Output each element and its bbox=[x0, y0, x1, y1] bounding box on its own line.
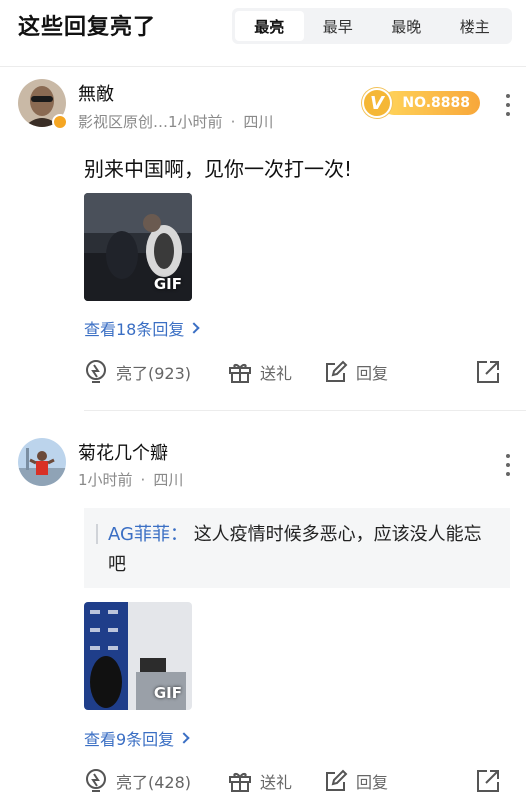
light-count: 亮了(923) bbox=[116, 364, 192, 383]
location: 四川 bbox=[153, 471, 184, 489]
page-title: 这些回复亮了 bbox=[18, 15, 157, 40]
comment-text: 别来中国啊，见你一次打一次! bbox=[84, 157, 353, 181]
header: 这些回复亮了 最亮 最早 最晚 楼主 bbox=[0, 0, 526, 50]
tab-brightest[interactable]: 最亮 bbox=[235, 11, 304, 41]
view-replies-label: 查看18条回复 bbox=[84, 320, 185, 339]
reply-button[interactable]: 回复 bbox=[324, 357, 388, 387]
username[interactable]: 菊花几个瓣 bbox=[78, 439, 168, 465]
gif-thumbnail[interactable]: GIF bbox=[84, 193, 192, 301]
lightbulb-icon bbox=[86, 769, 106, 792]
gift-icon bbox=[229, 363, 251, 383]
tab-earliest[interactable]: 最早 bbox=[304, 11, 373, 41]
chevron-right-icon bbox=[178, 732, 190, 744]
light-count: 亮了(428) bbox=[116, 773, 192, 792]
divider bbox=[0, 66, 526, 67]
tab-latest[interactable]: 最晚 bbox=[372, 11, 441, 41]
share-button[interactable] bbox=[476, 766, 508, 796]
gift-icon bbox=[229, 772, 251, 792]
share-icon bbox=[477, 770, 499, 792]
light-button[interactable]: 亮了(428) bbox=[84, 766, 191, 796]
time: 1小时前 bbox=[168, 113, 223, 131]
vip-badge-icon: V bbox=[362, 88, 392, 118]
location: 四川 bbox=[243, 113, 274, 131]
share-icon bbox=[477, 361, 499, 383]
username[interactable]: 無敵 bbox=[78, 80, 114, 106]
view-replies-label: 查看9条回复 bbox=[84, 730, 175, 749]
view-replies-link[interactable]: 查看18条回复 bbox=[84, 316, 201, 340]
time: 1小时前 bbox=[78, 471, 133, 489]
comment-meta: 影视区原创…1小时前 · 四川 bbox=[78, 111, 273, 132]
avatar[interactable] bbox=[18, 438, 66, 486]
quoted-username: AG菲菲： bbox=[108, 524, 188, 545]
light-button[interactable]: 亮了(923) bbox=[84, 357, 191, 387]
quoted-reply[interactable]: AG菲菲： 这人疫情时候多恶心，应该没人能忘吧 bbox=[84, 508, 510, 588]
chevron-right-icon bbox=[188, 322, 201, 334]
gif-label: GIF bbox=[153, 684, 182, 702]
edit-icon bbox=[326, 360, 348, 382]
gif-label: GIF bbox=[153, 275, 182, 293]
edit-icon bbox=[326, 769, 348, 791]
tab-op[interactable]: 楼主 bbox=[441, 11, 510, 41]
gift-label: 送礼 bbox=[260, 364, 293, 383]
gif-thumbnail[interactable]: GIF bbox=[84, 602, 192, 710]
comment-actions: 亮了(923) 送礼 回复 bbox=[84, 357, 514, 387]
comment-actions: 亮了(428) 送礼 回复 bbox=[84, 766, 514, 796]
gift-button[interactable]: 送礼 bbox=[228, 766, 292, 796]
reply-label: 回复 bbox=[356, 773, 389, 792]
share-button[interactable] bbox=[476, 357, 508, 387]
vip-number: NO.8888 bbox=[382, 91, 480, 115]
reply-button[interactable]: 回复 bbox=[324, 766, 388, 796]
meta-dot: · bbox=[230, 113, 236, 131]
more-icon[interactable] bbox=[504, 454, 512, 476]
reply-label: 回复 bbox=[356, 364, 389, 383]
comment-meta: 1小时前 · 四川 bbox=[78, 469, 183, 490]
verified-dot bbox=[52, 114, 68, 130]
divider bbox=[84, 410, 526, 411]
vip-badge[interactable]: NO.8888 V bbox=[362, 88, 480, 118]
user-title: 影视区原创… bbox=[78, 113, 169, 131]
meta-dot: · bbox=[140, 471, 146, 489]
sort-tabs: 最亮 最早 最晚 楼主 bbox=[232, 8, 512, 44]
lightbulb-icon bbox=[86, 360, 106, 383]
more-icon[interactable] bbox=[504, 94, 512, 116]
gift-button[interactable]: 送礼 bbox=[228, 357, 292, 387]
gift-label: 送礼 bbox=[260, 773, 293, 792]
view-replies-link[interactable]: 查看9条回复 bbox=[84, 726, 190, 750]
